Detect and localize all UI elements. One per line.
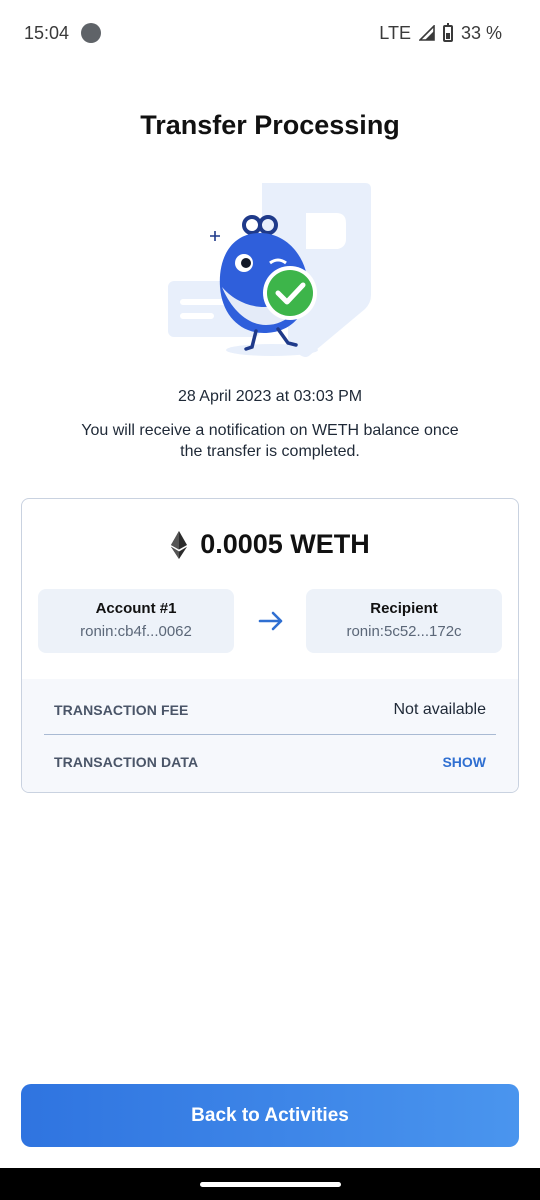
- recipient-name: Recipient: [370, 600, 438, 617]
- system-navigation-bar: [0, 1168, 540, 1200]
- transaction-data-row: TRANSACTION DATA SHOW: [44, 737, 496, 787]
- transaction-fee-row: TRANSACTION FEE Not available: [44, 685, 496, 735]
- status-right: LTE 33 %: [379, 22, 502, 44]
- page-title: Transfer Processing: [140, 110, 400, 140]
- recipient-address: ronin:5c52...172c: [346, 623, 462, 640]
- show-transaction-data-link[interactable]: SHOW: [442, 754, 486, 770]
- transfer-summary-card: 0.0005 WETH Account #1 ronin:cb4f...0062…: [21, 498, 519, 793]
- sender-address: ronin:cb4f...0062: [80, 623, 192, 640]
- back-to-activities-button[interactable]: Back to Activities: [21, 1084, 519, 1147]
- signal-icon: [418, 25, 435, 41]
- sender-name: Account #1: [95, 600, 177, 617]
- notification-dot-icon: [81, 23, 102, 43]
- transaction-fee-value: Not available: [393, 700, 487, 718]
- ethereum-icon: [171, 530, 188, 559]
- status-left: 15:04: [24, 22, 102, 44]
- amount-row: 0.0005 WETH: [22, 529, 518, 560]
- status-time: 15:04: [24, 22, 70, 43]
- battery-icon: [442, 22, 453, 42]
- transfer-date: 28 April 2023 at 03:03 PM: [177, 388, 363, 405]
- transaction-fee-label: TRANSACTION FEE: [54, 701, 189, 718]
- recipient-account: Recipient ronin:5c52...172c: [306, 589, 502, 653]
- status-bar: 15:04 LTE 33 %: [0, 0, 540, 66]
- home-indicator[interactable]: [200, 1182, 341, 1187]
- notification-notice: You will receive a notification on WETH …: [81, 422, 459, 460]
- transfer-processing-illustration: [168, 183, 371, 357]
- sender-account: Account #1 ronin:cb4f...0062: [38, 589, 234, 653]
- transaction-details: TRANSACTION FEE Not available TRANSACTIO…: [22, 679, 518, 792]
- transfer-amount: 0.0005 WETH: [200, 529, 370, 559]
- transaction-data-label: TRANSACTION DATA: [54, 754, 199, 770]
- battery-percent: 33 %: [460, 22, 502, 43]
- arrow-right-icon: [258, 611, 283, 631]
- network-type: LTE: [379, 22, 411, 43]
